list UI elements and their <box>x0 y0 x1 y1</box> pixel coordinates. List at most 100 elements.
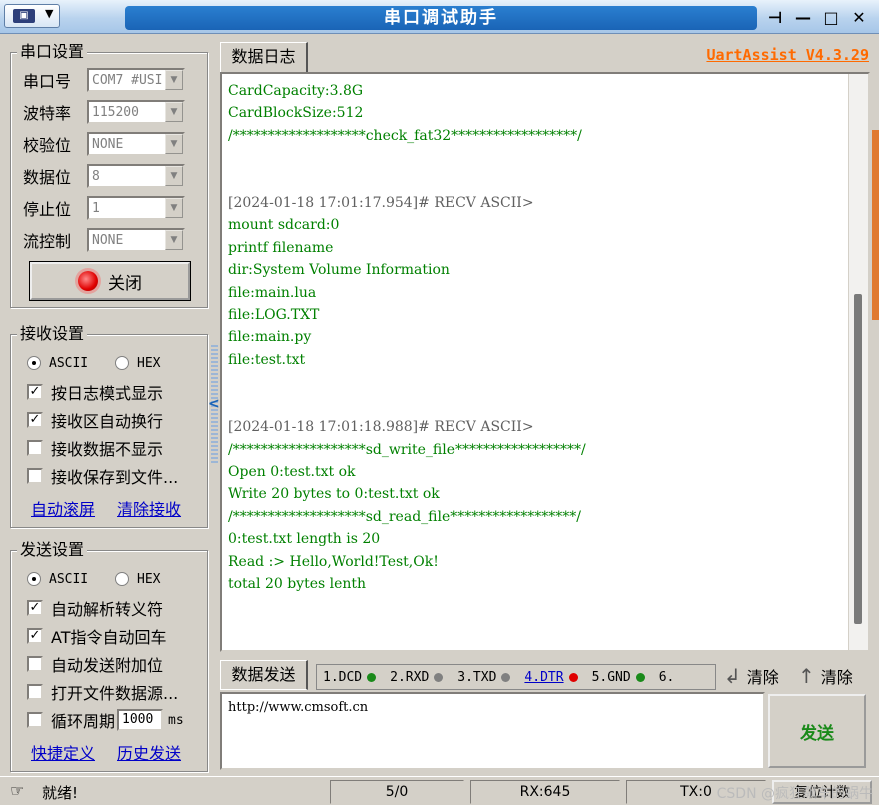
flow-value: NONE <box>92 233 124 248</box>
recv-hide-label: 接收数据不显示 <box>51 440 164 459</box>
recv-hide-checkbox[interactable]: 接收数据不显示 <box>27 436 163 460</box>
clear-recv-label: 清除 <box>820 668 853 687</box>
stopbits-value: 1 <box>92 201 100 216</box>
pin-4dtr[interactable]: 4.DTR <box>524 669 578 685</box>
log-output[interactable]: CardCapacity:3.8G CardBlockSize:512 /*****… <box>220 72 870 652</box>
radio-selected-icon <box>27 572 41 586</box>
pin-1dcd[interactable]: 1.DCD <box>323 669 377 685</box>
recv-save-file-checkbox[interactable]: 接收保存到文件... <box>27 464 178 488</box>
chevron-down-icon[interactable]: ▼ <box>165 134 183 154</box>
log-line: file:main.py <box>228 329 312 346</box>
pin-5gnd[interactable]: 5.GND <box>592 670 645 685</box>
pin-3txd[interactable]: 3.TXD <box>457 670 511 685</box>
port-row: 串口号 COM7 #USI ▼ <box>23 67 185 93</box>
radio-icon <box>115 356 129 370</box>
minimize-icon[interactable]: — <box>791 8 815 27</box>
parity-select[interactable]: NONE ▼ <box>87 132 185 156</box>
brand-link[interactable]: UartAssist V4.3.29 <box>706 46 869 64</box>
checkbox-icon <box>27 440 43 456</box>
log-line: dir:System Volume Information <box>228 262 450 279</box>
recv-ascii-label: ASCII <box>49 355 89 371</box>
send-append-checkbox[interactable]: 自动发送附加位 <box>27 652 163 676</box>
clear-recv-link[interactable]: 清除接收 <box>117 496 181 520</box>
window-controls: ⊣ — □ ✕ <box>761 3 873 31</box>
pin-led-icon <box>367 672 377 682</box>
chevron-down-icon[interactable]: ▼ <box>165 70 183 90</box>
send-escape-checkbox[interactable]: ✓ 自动解析转义符 <box>27 596 163 620</box>
shortcut-define-link[interactable]: 快捷定义 <box>31 740 95 764</box>
log-scrollbar[interactable] <box>848 74 868 650</box>
log-line: Write 20 bytes to 0:test.txt ok <box>228 486 440 503</box>
databits-label: 数据位 <box>23 168 72 187</box>
auto-scroll-link[interactable]: 自动滚屏 <box>31 496 95 520</box>
flow-select[interactable]: NONE ▼ <box>87 228 185 252</box>
pin-led-icon <box>568 672 578 682</box>
status-bar: ☞ 就绪! 5/0 RX:645 TX:0 复位计数 CSDN @疯狂飙车的蜗牛 <box>0 776 879 805</box>
system-menu-button[interactable]: ▣ ▼ <box>4 4 60 28</box>
send-hex-radio[interactable]: HEX <box>115 567 160 591</box>
pin-led-icon <box>501 672 511 682</box>
send-input[interactable]: http://www.cmsoft.cn <box>220 692 765 770</box>
chevron-down-icon[interactable]: ▼ <box>165 166 183 186</box>
databits-row: 数据位 8 ▼ <box>23 163 185 189</box>
status-rx: RX:645 <box>470 780 620 804</box>
title-bar[interactable]: ▣ ▼ 串口调试助手 ⊣ — □ ✕ <box>0 0 879 34</box>
chevron-down-icon[interactable]: ▼ <box>165 198 183 218</box>
clear-send-button[interactable]: ↲ 清除 <box>724 664 779 688</box>
stopbits-select[interactable]: 1 ▼ <box>87 196 185 220</box>
clear-recv-button[interactable]: ↑ 清除 <box>798 664 853 688</box>
send-hex-label: HEX <box>137 571 161 587</box>
send-at-cr-checkbox[interactable]: ✓ AT指令自动回车 <box>27 624 166 648</box>
chevron-left-icon[interactable]: < <box>208 396 220 412</box>
send-file-source-checkbox[interactable]: 打开文件数据源... <box>27 680 178 704</box>
arrow-up-icon: ↑ <box>798 664 815 688</box>
checkbox-icon <box>27 684 43 700</box>
port-select[interactable]: COM7 #USI ▼ <box>87 68 185 92</box>
pin-6[interactable]: 6. <box>659 670 675 685</box>
recv-log-mode-checkbox[interactable]: ✓ 按日志模式显示 <box>27 380 163 404</box>
status-led-icon <box>78 271 98 291</box>
history-send-link[interactable]: 历史发送 <box>117 740 181 764</box>
databits-select[interactable]: 8 ▼ <box>87 164 185 188</box>
chevron-down-icon[interactable]: ▼ <box>165 102 183 122</box>
send-settings-group: 发送设置 ASCII HEX ✓ 自动解析转义符 ✓ AT指令自动回车 自动发送附加… <box>10 540 208 772</box>
baud-select[interactable]: 115200 ▼ <box>87 100 185 124</box>
send-ascii-radio[interactable]: ASCII <box>27 567 88 591</box>
loop-period-input[interactable]: 1000 <box>117 709 164 731</box>
send-button[interactable]: 发送 <box>768 694 866 768</box>
checkbox-icon: ✓ <box>27 600 43 616</box>
chevron-down-icon[interactable]: ▼ <box>165 230 183 250</box>
recv-autowrap-checkbox[interactable]: ✓ 接收区自动换行 <box>27 408 163 432</box>
tab-data-send[interactable]: 数据发送 <box>220 660 308 690</box>
databits-value: 8 <box>92 169 100 184</box>
close-icon[interactable]: ✕ <box>847 8 871 27</box>
radio-selected-icon <box>27 356 41 370</box>
log-line: file:LOG.TXT <box>228 307 320 324</box>
log-line: file:main.lua <box>228 284 317 301</box>
recv-hex-radio[interactable]: HEX <box>115 351 160 375</box>
scrollbar-thumb[interactable] <box>854 294 862 624</box>
parity-label: 校验位 <box>23 136 72 155</box>
tab-data-log[interactable]: 数据日志 <box>220 42 308 72</box>
watermark: CSDN @疯狂飙车的蜗牛 <box>716 786 873 802</box>
pin-label: 5.GND <box>591 669 631 685</box>
baud-value: 115200 <box>92 105 139 120</box>
flow-row: 流控制 NONE ▼ <box>23 227 185 253</box>
send-loop-checkbox[interactable]: 循环周期 1000 ms <box>27 708 184 732</box>
checkbox-icon: ✓ <box>27 628 43 644</box>
log-line: CardCapacity:3.8G <box>228 83 364 99</box>
pin-label: 4.DTR <box>524 669 564 685</box>
flow-label: 流控制 <box>23 232 72 251</box>
log-text: CardCapacity:3.8G CardBlockSize:512 /*****… <box>228 80 838 595</box>
checkbox-icon: ✓ <box>27 412 43 428</box>
close-port-button[interactable]: 关闭 <box>29 261 191 301</box>
log-line: mount sdcard:0 <box>228 217 340 234</box>
pin-label: 1.DCD <box>323 669 363 685</box>
maximize-icon[interactable]: □ <box>819 8 843 27</box>
send-at-cr-label: AT指令自动回车 <box>51 628 167 647</box>
recv-ascii-radio[interactable]: ASCII <box>27 351 88 375</box>
send-loop-label: 循环周期 <box>51 712 116 731</box>
pin-icon[interactable]: ⊣ <box>763 8 787 27</box>
pin-2rxd[interactable]: 2.RXD <box>390 670 444 685</box>
